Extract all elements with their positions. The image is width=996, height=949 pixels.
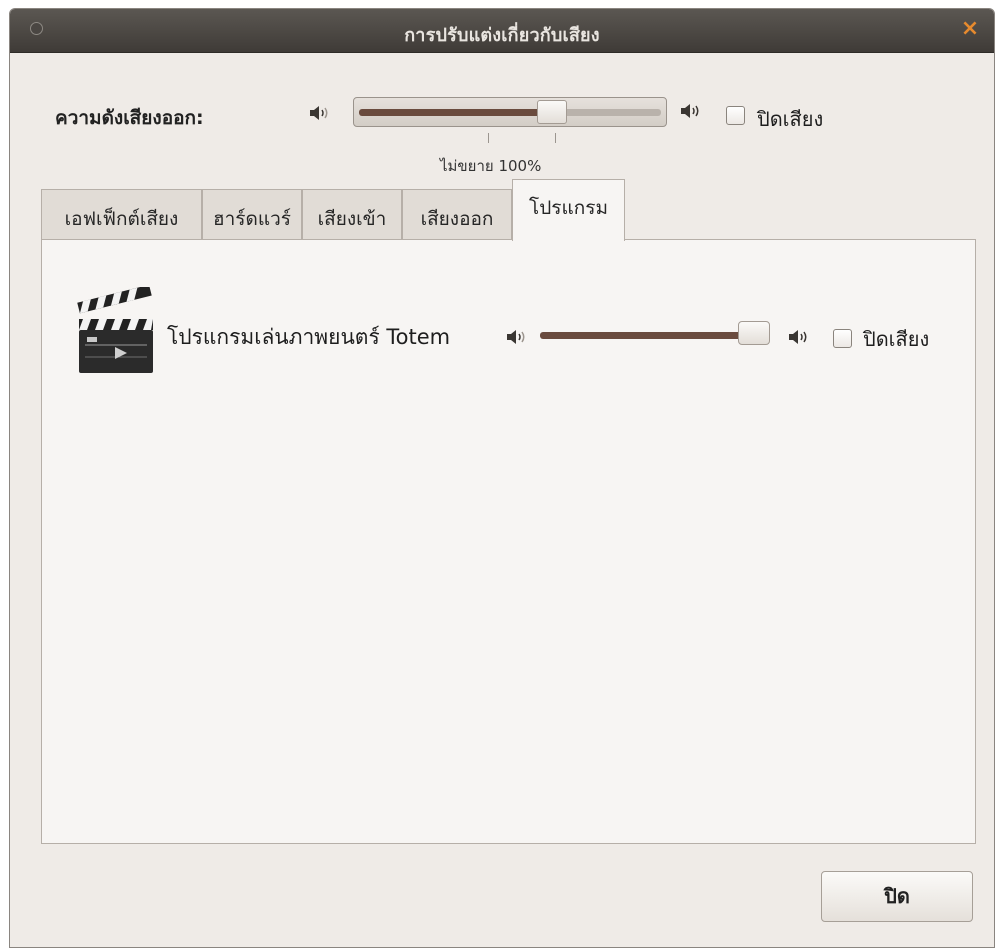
- tab-applications[interactable]: โปรแกรม: [512, 179, 625, 241]
- output-volume-slider[interactable]: [353, 97, 667, 127]
- tab-input[interactable]: เสียงเข้า: [302, 189, 402, 239]
- volume-tick-label: ไม่ขยาย 100%: [440, 157, 542, 175]
- speaker-high-icon: [789, 330, 807, 344]
- output-volume-track-rest: [552, 109, 661, 116]
- clapperboard-icon: [77, 287, 153, 373]
- title-bar[interactable]: การปรับแต่งเกี่ยวกับเสียง ×: [10, 9, 994, 53]
- output-mute-checkbox[interactable]: [726, 106, 745, 125]
- output-volume-thumb[interactable]: [537, 100, 568, 124]
- volume-tick-mark-100: [555, 133, 556, 143]
- output-mute-label[interactable]: ปิดเสียง: [757, 103, 823, 135]
- totem-volume-thumb[interactable]: [738, 321, 770, 345]
- app-name-totem: โปรแกรมเล่นภาพยนตร์ Totem: [167, 325, 451, 349]
- speaker-low-icon: [310, 106, 328, 120]
- tab-hardware[interactable]: ฮาร์ดแวร์: [202, 189, 302, 239]
- applications-panel: โปรแกรมเล่นภาพยนตร์ Totem ปิดเสียง: [41, 239, 976, 844]
- totem-volume-slider[interactable]: [540, 321, 770, 345]
- volume-tick-mark: [488, 133, 489, 143]
- close-window-icon[interactable]: ×: [958, 17, 982, 41]
- output-volume-label: ความดังเสียงออก:: [55, 107, 204, 129]
- output-volume-fill: [359, 109, 553, 116]
- totem-mute-checkbox[interactable]: [833, 329, 852, 348]
- sound-preferences-window: การปรับแต่งเกี่ยวกับเสียง × ความดังเสียง…: [9, 8, 995, 948]
- tab-sound-effects[interactable]: เอฟเฟ็กต์เสียง: [41, 189, 202, 239]
- speaker-low-icon: [507, 330, 525, 344]
- totem-mute-label[interactable]: ปิดเสียง: [863, 323, 929, 355]
- speaker-high-icon: [681, 104, 699, 118]
- tab-output[interactable]: เสียงออก: [402, 189, 512, 239]
- close-button[interactable]: ปิด: [821, 871, 973, 922]
- window-title: การปรับแต่งเกี่ยวกับเสียง: [404, 25, 600, 46]
- totem-volume-fill: [540, 332, 754, 339]
